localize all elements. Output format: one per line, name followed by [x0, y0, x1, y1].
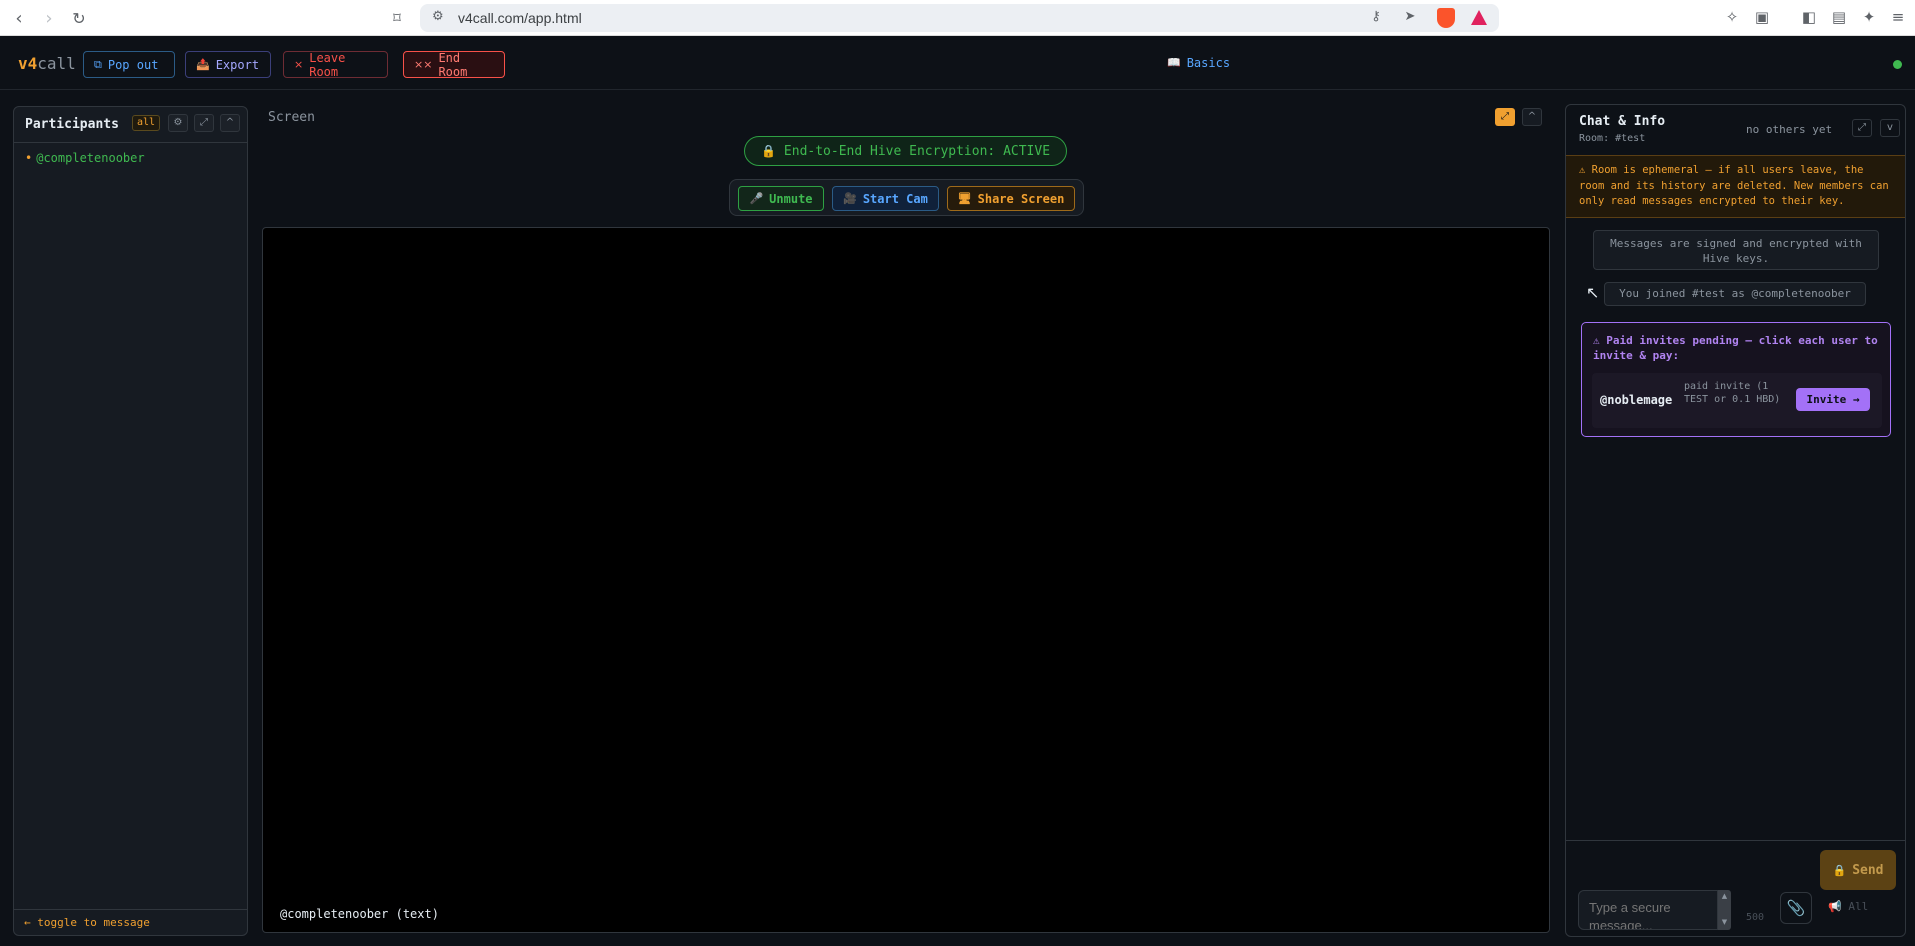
browser-toolbar: ‹ › ↻ ⌑ ⚙ v4call.com/app.html ⚷ ➤ ✧ ▣ ◧ … — [0, 0, 1915, 36]
composer-divider — [1566, 840, 1905, 841]
app-logo: v4call — [18, 54, 76, 73]
encryption-status-badge: 🔒 End-to-End Hive Encryption: ACTIVE — [744, 136, 1067, 166]
reload-icon[interactable]: ↻ — [68, 7, 90, 29]
close-icon: × — [294, 58, 304, 71]
key-icon[interactable]: ⚷ — [1366, 9, 1386, 27]
char-counter: 500 — [1746, 912, 1765, 923]
app-header: v4call ⧉ Pop out 📤 Export × Leave Room ×… — [0, 37, 1915, 90]
collapse-screen-icon[interactable]: ^ — [1522, 108, 1542, 126]
lock-icon: 🔒 — [1832, 863, 1847, 877]
participants-header: Participants all ⚙ ⤢ ^ — [14, 107, 247, 143]
invite-row: @noblemage paid invite (1 TEST or 0.1 HB… — [1592, 373, 1882, 428]
broadcast-all-button[interactable]: 📢 All — [1828, 900, 1868, 913]
connection-status-dot — [1893, 60, 1902, 69]
attach-icon[interactable]: 📎 — [1780, 892, 1812, 924]
settings-icon[interactable]: ⚙ — [168, 114, 188, 132]
paid-invites-panel: ⚠ Paid invites pending — click each user… — [1581, 322, 1891, 437]
participants-title: Participants — [25, 117, 119, 132]
ephemeral-warning: ⚠ Room is ephemeral — if all users leave… — [1566, 155, 1905, 218]
site-settings-icon[interactable]: ⚙ — [432, 9, 450, 27]
screen-title: Screen — [268, 110, 315, 125]
extensions-icon[interactable]: ✧ — [1722, 8, 1742, 28]
message-input[interactable] — [1578, 890, 1718, 930]
chat-panel: Chat & Info Room: #test no others yet ⤢ … — [1565, 104, 1906, 937]
status-dot-icon: • — [25, 151, 33, 165]
invite-username[interactable]: @noblemage — [1600, 393, 1672, 407]
double-close-icon: ×× — [414, 58, 433, 71]
brave-shield-icon[interactable] — [1437, 8, 1455, 28]
menu-icon[interactable]: ≡ — [1888, 8, 1908, 28]
invites-header: ⚠ Paid invites pending — click each user… — [1593, 334, 1878, 362]
participants-panel: Participants all ⚙ ⤢ ^ • @completenoober … — [13, 106, 248, 936]
join-message: You joined #test as @completenoober — [1604, 282, 1866, 306]
send-icon[interactable]: ➤ — [1400, 9, 1420, 27]
pop-out-button[interactable]: ⧉ Pop out — [83, 51, 175, 78]
video-user-label: @completenoober (text) — [280, 907, 439, 921]
video-stage[interactable]: @completenoober (text) — [262, 227, 1550, 933]
chat-title: Chat & Info — [1579, 114, 1666, 129]
reader-icon[interactable]: ▣ — [1752, 8, 1772, 28]
system-message: Messages are signed and encrypted with H… — [1593, 230, 1879, 270]
leo-ai-icon[interactable]: ✦ — [1859, 8, 1879, 28]
address-bar[interactable]: ⚙ v4call.com/app.html ⚷ ➤ — [420, 4, 1499, 32]
toggle-to-message-link[interactable]: ← toggle to message — [24, 916, 150, 929]
input-scrollbar[interactable]: ▲ ▼ — [1718, 890, 1731, 930]
export-icon: 📤 — [196, 58, 210, 71]
collapse-chat-icon[interactable]: v — [1880, 119, 1900, 137]
expand-screen-icon[interactable]: ⤢ — [1495, 108, 1515, 126]
others-status: no others yet — [1746, 123, 1833, 136]
expand-icon[interactable]: ⤢ — [194, 114, 214, 132]
participants-footer: ← toggle to message — [14, 909, 247, 935]
start-cam-button[interactable]: 🎥 Start Cam — [832, 186, 939, 211]
camera-icon: 🎥 — [843, 192, 857, 205]
leave-room-button[interactable]: × Leave Room — [283, 51, 388, 79]
end-room-button[interactable]: ×× End Room — [403, 51, 505, 79]
media-controls: 🎤 Unmute 🎥 Start Cam 🖥 Share Screen — [729, 179, 1084, 216]
share-screen-button[interactable]: 🖥 Share Screen — [947, 186, 1075, 211]
invite-price-note: paid invite (1 TEST or 0.1 HBD) — [1684, 381, 1781, 405]
brave-rewards-icon[interactable] — [1471, 10, 1487, 25]
lock-icon: 🔒 — [760, 144, 776, 158]
microphone-icon: 🎤 — [749, 192, 764, 205]
megaphone-icon: 📢 — [1828, 900, 1842, 913]
pop-out-icon: ⧉ — [94, 57, 102, 71]
sidebar-icon[interactable]: ◧ — [1799, 8, 1819, 28]
participants-filter-all[interactable]: all — [132, 115, 160, 131]
room-name: Room: #test — [1579, 133, 1646, 144]
expand-chat-icon[interactable]: ⤢ — [1852, 119, 1872, 137]
url-text[interactable]: v4call.com/app.html — [458, 10, 582, 26]
book-icon: 📖 — [1167, 56, 1181, 69]
invite-button[interactable]: Invite → — [1796, 388, 1870, 411]
unmute-button[interactable]: 🎤 Unmute — [738, 186, 824, 211]
monitor-icon: 🖥 — [957, 192, 972, 205]
back-icon[interactable]: ‹ — [8, 7, 30, 29]
mouse-cursor-icon: ↖ — [1586, 283, 1600, 302]
send-button[interactable]: 🔒 Send — [1820, 850, 1896, 890]
export-button[interactable]: 📤 Export — [185, 51, 271, 78]
basics-link[interactable]: 📖 Basics — [1167, 56, 1230, 70]
forward-icon[interactable]: › — [38, 7, 60, 29]
collapse-icon[interactable]: ^ — [220, 114, 240, 132]
wallet-icon[interactable]: ▤ — [1829, 8, 1849, 28]
participant-item[interactable]: • @completenoober — [25, 151, 145, 165]
bookmark-icon[interactable]: ⌑ — [386, 7, 408, 29]
